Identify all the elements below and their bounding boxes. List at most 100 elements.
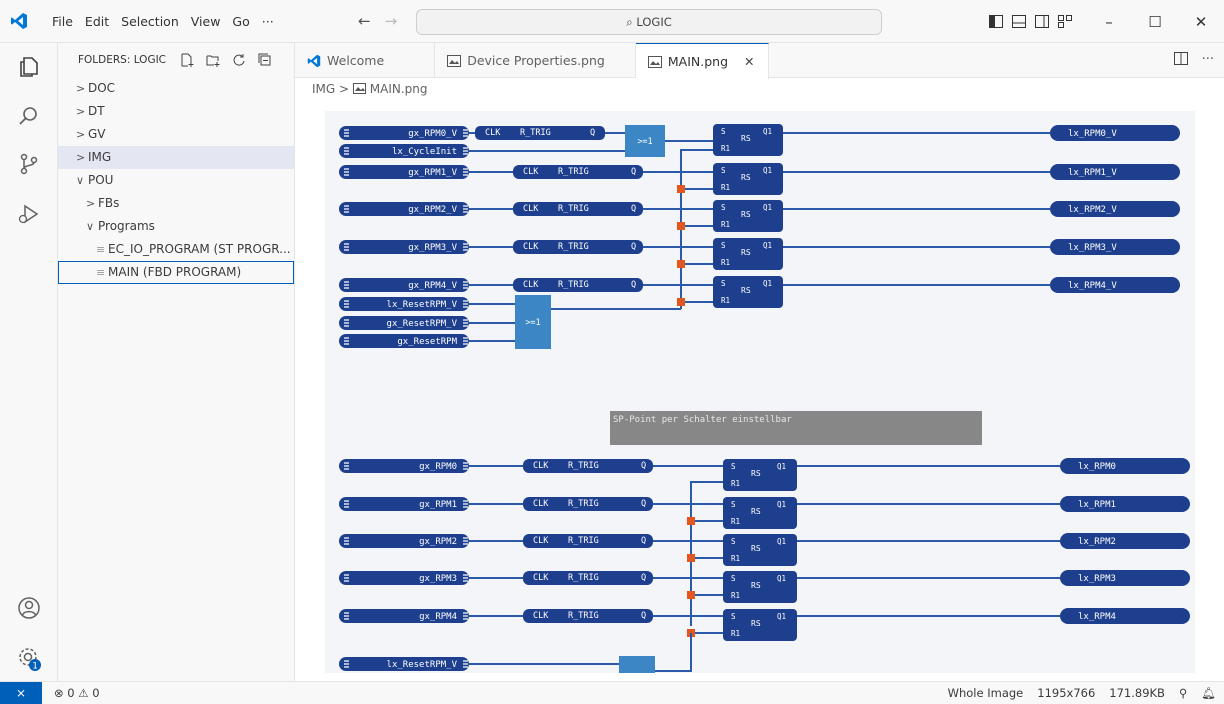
chevron-right-icon: > xyxy=(76,82,86,95)
search-icon[interactable] xyxy=(16,103,42,129)
tree-item[interactable]: > GV xyxy=(58,123,294,146)
menu-selection[interactable]: Selection xyxy=(121,14,179,29)
image-dimensions: 1195x766 xyxy=(1037,686,1096,700)
image-icon xyxy=(447,54,462,67)
remote-indicator-icon[interactable]: ⨯ xyxy=(0,682,42,704)
rs-s-label: S xyxy=(731,537,736,546)
forward-arrow-icon[interactable]: → xyxy=(385,12,398,30)
rs-s-label: S xyxy=(731,500,736,509)
menu-edit[interactable]: Edit xyxy=(85,14,109,29)
trig-clk-label: CLK xyxy=(533,611,549,621)
rs-q1-label: Q1 xyxy=(763,166,772,175)
output-label: lx_RPM1 xyxy=(1078,500,1116,510)
trig-q-label: Q xyxy=(641,499,646,509)
refresh-icon[interactable] xyxy=(232,53,246,67)
trig-clk-label: CLK xyxy=(523,242,539,252)
more-actions-icon[interactable]: ··· xyxy=(1202,52,1214,67)
tree-item[interactable]: > DOC xyxy=(58,77,294,100)
command-center-search[interactable]: ⌕ LOGIC xyxy=(416,9,882,35)
close-window-button[interactable]: ✕ xyxy=(1178,13,1224,31)
maximize-button[interactable]: ☐ xyxy=(1132,13,1178,31)
tree-item-label: DOC xyxy=(88,81,116,95)
new-file-icon[interactable] xyxy=(180,53,194,67)
problems-indicator[interactable]: ⊗ 0 ⚠ 0 xyxy=(54,686,100,700)
menu-go[interactable]: Go xyxy=(232,14,249,29)
run-and-debug-icon[interactable] xyxy=(16,201,42,227)
trig-clk-label: CLK xyxy=(523,280,539,290)
rs-q1-label: Q1 xyxy=(777,574,786,583)
rs-s-label: S xyxy=(731,612,736,621)
source-control-icon[interactable] xyxy=(16,151,42,177)
trig-clk-label: CLK xyxy=(533,573,549,583)
rs-name-label: RS xyxy=(751,544,761,553)
accounts-icon[interactable] xyxy=(16,595,42,621)
back-arrow-icon[interactable]: ← xyxy=(358,12,371,30)
tree-item-label: DT xyxy=(88,104,105,118)
notifications-bell-icon[interactable]: 🔔︎ xyxy=(1201,686,1216,700)
tab-welcome[interactable]: Welcome xyxy=(295,43,436,78)
close-tab-icon[interactable]: ✕ xyxy=(744,54,754,69)
explorer-icon[interactable] xyxy=(16,53,42,79)
rs-q1-label: Q1 xyxy=(777,462,786,471)
input-label: gx_RPM3 xyxy=(419,574,457,584)
menu-bar: File Edit Selection View Go ··· xyxy=(52,14,274,29)
tree-item[interactable]: ∨ Programs xyxy=(58,215,294,238)
tree-item[interactable]: ∨ POU xyxy=(58,169,294,192)
trig-clk-label: CLK xyxy=(533,461,549,471)
image-icon xyxy=(647,55,662,68)
split-editor-icon[interactable] xyxy=(1173,52,1188,65)
collapse-all-icon[interactable] xyxy=(258,53,272,67)
tab-main-png[interactable]: MAIN.png ✕ xyxy=(635,43,770,79)
breadcrumb-file[interactable]: MAIN.png xyxy=(370,82,428,96)
input-label: lx_ResetRPM_V xyxy=(387,660,458,670)
input-label: lx_CycleInit xyxy=(392,147,457,157)
trig-clk-label: CLK xyxy=(533,499,549,509)
minimize-button[interactable]: – xyxy=(1086,13,1132,31)
rs-name-label: RS xyxy=(751,507,761,516)
trig-q-label: Q xyxy=(631,280,636,290)
output-label: lx_RPM3 xyxy=(1078,574,1116,584)
rs-name-label: RS xyxy=(751,469,761,478)
rs-q1-label: Q1 xyxy=(763,241,772,250)
feedback-icon[interactable]: ⚲ xyxy=(1179,686,1187,700)
customize-layout-icon[interactable] xyxy=(1058,15,1072,28)
menu-more[interactable]: ··· xyxy=(262,14,274,29)
chevron-right-icon: > xyxy=(76,151,86,164)
tree-item[interactable]: > DT xyxy=(58,100,294,123)
menu-view[interactable]: View xyxy=(191,14,221,29)
or-block-label: >=1 xyxy=(525,318,540,328)
tab-device-properties[interactable]: Device Properties.png xyxy=(435,43,636,78)
explorer-title: FOLDERS: LOGIC xyxy=(78,54,167,66)
input-label: gx_RPM0 xyxy=(419,462,457,472)
new-folder-icon[interactable] xyxy=(206,53,220,67)
rs-q1-label: Q1 xyxy=(777,500,786,509)
trig-name-label: R_TRIG xyxy=(520,128,551,138)
tree-item[interactable]: > IMG xyxy=(58,146,294,169)
tree-item-label: MAIN (FBD PROGRAM) xyxy=(108,265,242,279)
title-bar: File Edit Selection View Go ··· ← → ⌕ LO… xyxy=(0,0,1224,43)
breadcrumb-folder[interactable]: IMG xyxy=(312,82,335,96)
file-tree: > DOC > DT > GV > IMG ∨ POU > FBs ∨ Programs ≡ EC_IO_PR… xyxy=(58,77,294,284)
zoom-status[interactable]: Whole Image xyxy=(948,686,1024,700)
chevron-right-icon: > xyxy=(76,128,86,141)
menu-file[interactable]: File xyxy=(52,14,73,29)
tree-item[interactable]: ≡ MAIN (FBD PROGRAM) xyxy=(58,261,294,284)
manage-gear-icon[interactable]: 1 xyxy=(16,645,42,671)
tree-item[interactable]: ≡ EC_IO_PROGRAM (ST PROGR... xyxy=(58,238,294,261)
explorer-sidebar: FOLDERS: LOGIC > DOC > DT > GV > IMG ∨ POU > FBs ∨ Pr… xyxy=(58,43,295,681)
toggle-primary-sidebar-icon[interactable] xyxy=(989,15,1003,28)
toggle-panel-icon[interactable] xyxy=(1012,15,1026,28)
rs-q1-label: Q1 xyxy=(777,612,786,621)
trig-q-label: Q xyxy=(631,167,636,177)
input-label: gx_RPM4_V xyxy=(408,281,457,291)
trig-clk-label: CLK xyxy=(485,128,501,138)
rs-r1-label: R1 xyxy=(721,296,730,305)
toggle-secondary-sidebar-icon[interactable] xyxy=(1035,15,1049,28)
vscode-logo-icon[interactable] xyxy=(10,12,28,30)
tree-item-label: POU xyxy=(88,173,114,187)
trig-name-label: R_TRIG xyxy=(558,204,589,214)
rs-name-label: RS xyxy=(741,173,751,182)
tree-item[interactable]: > FBs xyxy=(58,192,294,215)
trig-name-label: R_TRIG xyxy=(558,280,589,290)
rs-s-label: S xyxy=(721,241,726,250)
